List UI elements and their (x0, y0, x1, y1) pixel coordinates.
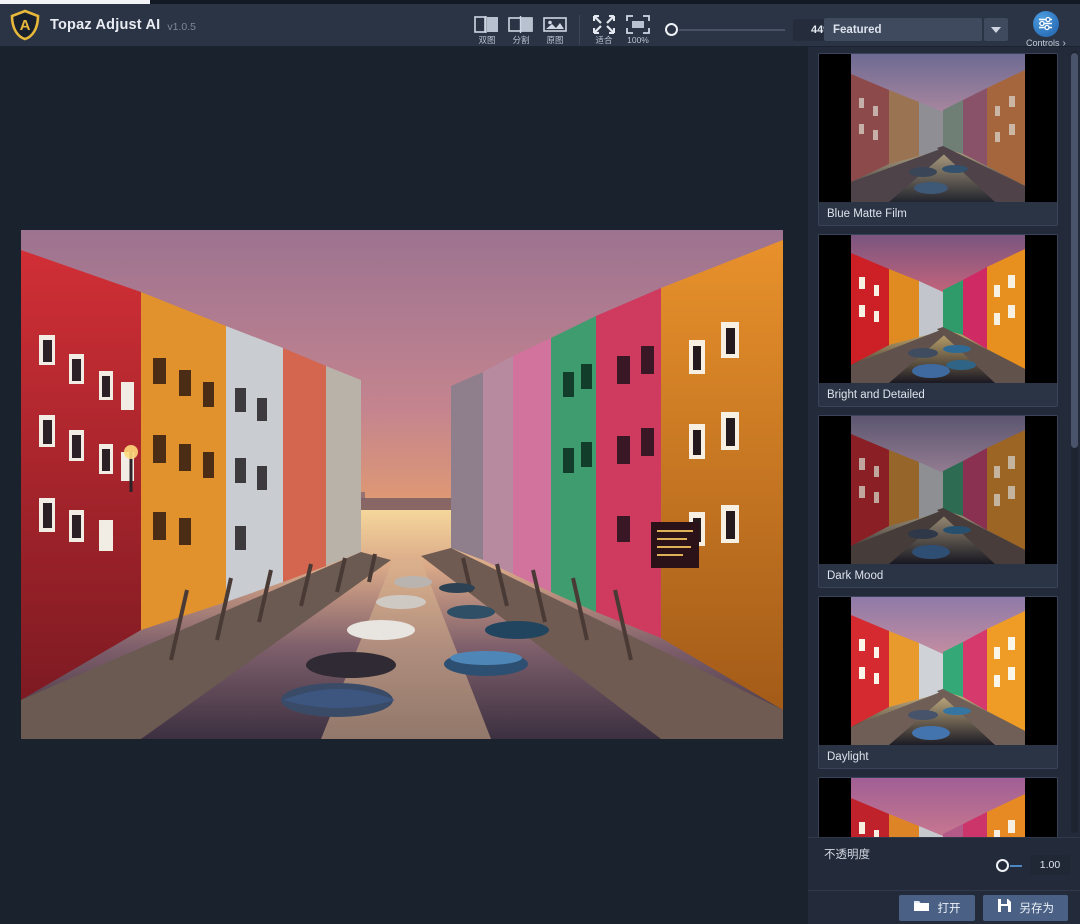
svg-text:A: A (20, 17, 31, 34)
save-as-button[interactable]: 另存为 (983, 895, 1069, 921)
preset-thumbnail (819, 778, 1057, 837)
preset-name: Dark Mood (819, 564, 1057, 587)
zoom-mode-group: 适合 100% (587, 8, 655, 51)
side-by-side-icon (508, 14, 534, 34)
app-version: v1.0.5 (167, 21, 196, 33)
view-mode-original-label: 原图 (546, 36, 563, 45)
actual-size-icon (626, 14, 650, 34)
preset-thumbnail (819, 54, 1057, 202)
preset-list[interactable]: Blue Matte Film (808, 47, 1080, 837)
app-title: Topaz Adjust AI (50, 17, 160, 33)
fit-to-screen-icon (593, 14, 615, 34)
view-mode-split-label: 双图 (478, 36, 495, 45)
actual-size-label: 100% (627, 36, 649, 45)
preset-item[interactable]: Blue Matte Film (818, 53, 1058, 226)
preset-header: Featured Controls › (814, 8, 1080, 51)
preset-thumbnail (819, 235, 1057, 383)
application-window: A Topaz Adjust AI v1.0.5 双图 (0, 0, 1080, 924)
preset-item[interactable]: Daylight (818, 596, 1058, 769)
image-canvas[interactable] (0, 47, 808, 924)
split-view-icon (474, 14, 500, 34)
zoom-slider[interactable] (665, 23, 785, 36)
preset-thumbnail (819, 416, 1057, 564)
preset-name: Blue Matte Film (819, 202, 1057, 225)
controls-button[interactable]: Controls › (1026, 11, 1066, 49)
view-mode-split-button[interactable]: 双图 (470, 8, 504, 51)
fit-to-screen-label: 适合 (595, 36, 612, 45)
save-disk-icon (997, 898, 1012, 918)
zoom-slider-handle[interactable] (665, 23, 678, 36)
preset-item[interactable] (818, 777, 1058, 837)
opacity-label: 不透明度 (824, 846, 870, 862)
preset-scrollbar-thumb[interactable] (1071, 53, 1078, 448)
opacity-slider-handle[interactable] (996, 859, 1009, 872)
preset-panel: Blue Matte Film (808, 47, 1080, 924)
preset-name: Bright and Detailed (819, 383, 1057, 406)
actual-size-button[interactable]: 100% (621, 8, 655, 51)
main-photo-preview[interactable] (21, 230, 783, 739)
toolbar-divider (579, 15, 580, 45)
brand-area: A Topaz Adjust AI v1.0.5 (0, 9, 196, 41)
preset-category-dropdown-button[interactable] (984, 18, 1008, 41)
opacity-control: 不透明度 1.00 (808, 837, 1080, 889)
action-bar: 打开 另存为 (808, 890, 1080, 924)
canvas-bottom-fill (0, 877, 808, 924)
preset-thumbnail (819, 597, 1057, 745)
chevron-down-icon (991, 27, 1001, 33)
opacity-value: 1.00 (1030, 855, 1070, 875)
preset-name: Daylight (819, 745, 1057, 768)
view-toolbar: 双图 分割 (470, 8, 851, 51)
folder-icon (913, 898, 930, 917)
topaz-logo-icon: A (10, 9, 40, 41)
open-button-label: 打开 (938, 900, 961, 916)
preset-item[interactable]: Bright and Detailed (818, 234, 1058, 407)
preset-item[interactable]: Dark Mood (818, 415, 1058, 588)
opacity-slider-track[interactable] (1010, 865, 1022, 867)
open-button[interactable]: 打开 (899, 895, 975, 921)
save-as-button-label: 另存为 (1020, 900, 1055, 916)
fit-to-screen-button[interactable]: 适合 (587, 8, 621, 51)
title-bar: A Topaz Adjust AI v1.0.5 双图 (0, 4, 1080, 47)
zoom-slider-track[interactable] (679, 29, 785, 31)
sliders-icon (1033, 11, 1059, 37)
view-mode-side-by-side-label: 分割 (512, 36, 529, 45)
preset-category-select[interactable]: Featured (824, 18, 982, 41)
view-mode-side-by-side-button[interactable]: 分割 (504, 8, 538, 51)
single-image-icon (542, 14, 568, 34)
view-mode-group: 双图 分割 (470, 8, 572, 51)
view-mode-original-button[interactable]: 原图 (538, 8, 572, 51)
